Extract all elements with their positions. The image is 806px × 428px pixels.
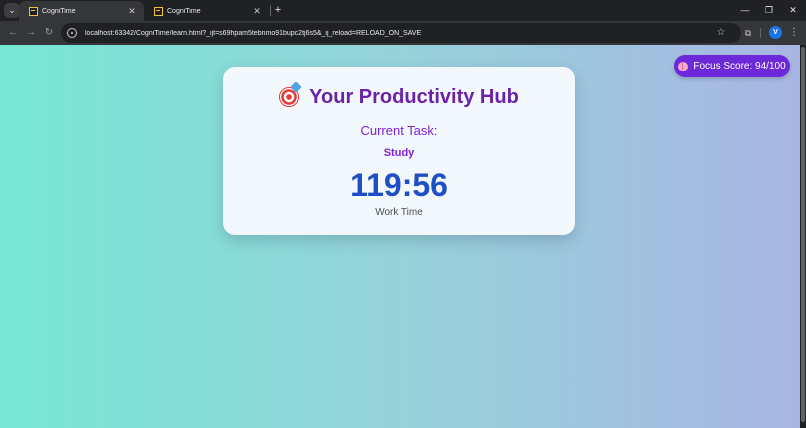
forward-icon[interactable]: → — [23, 25, 39, 41]
minimize-icon[interactable]: — — [732, 2, 758, 18]
browser-toolbar: ← → ↻ localhost:63342/CogniTime/learn.ht… — [0, 21, 806, 45]
tab-search-icon[interactable]: ⌄ — [4, 3, 20, 18]
page-title: Your Productivity Hub — [309, 85, 519, 108]
timer-mode-label: Work Time — [375, 207, 423, 218]
new-tab-icon[interactable]: + — [272, 3, 284, 17]
close-tab-icon[interactable]: ✕ — [126, 6, 138, 17]
tab-title: CogniTime — [42, 7, 76, 15]
app-favicon-icon — [154, 6, 163, 16]
page-viewport: Focus Score: 94/100 Your Productivity Hu… — [0, 45, 800, 428]
task-name: Study — [383, 147, 415, 159]
back-icon[interactable]: ← — [5, 25, 21, 41]
tab-cognitime-inactive[interactable]: CogniTime ✕ — [144, 1, 269, 21]
extensions-icon[interactable]: ⧉ — [741, 26, 755, 40]
restore-icon[interactable]: ❐ — [756, 2, 782, 18]
bookmark-star-icon[interactable]: ☆ — [714, 26, 728, 40]
target-icon — [279, 87, 300, 107]
tab-divider — [270, 5, 271, 16]
tab-title: CogniTime — [167, 7, 201, 15]
timer-display: 119:56 — [350, 167, 448, 203]
tab-strip: ⌄ CogniTime ✕ CogniTime ✕ + — ❐ ✕ — [0, 0, 806, 21]
brain-icon — [678, 61, 689, 71]
card-heading: Your Productivity Hub — [223, 85, 575, 109]
profile-avatar[interactable]: V — [769, 26, 782, 39]
address-bar[interactable]: localhost:63342/CogniTime/learn.html?_ij… — [61, 23, 741, 43]
tab-cognitime-active[interactable]: CogniTime ✕ — [19, 1, 144, 21]
menu-icon[interactable]: ⋮ — [787, 26, 801, 40]
focus-score-label: Focus Score: 94/100 — [693, 60, 786, 72]
reload-icon[interactable]: ↻ — [41, 25, 57, 41]
productivity-card: Your Productivity Hub Current Task: Stud… — [223, 67, 575, 235]
app-favicon-icon — [29, 6, 38, 16]
close-tab-icon[interactable]: ✕ — [251, 6, 263, 17]
close-window-icon[interactable]: ✕ — [780, 2, 806, 18]
toolbar-divider — [760, 28, 761, 38]
scrollbar-thumb[interactable] — [801, 47, 805, 422]
current-task-label: Current Task: — [360, 123, 438, 138]
url-text[interactable]: localhost:63342/CogniTime/learn.html?_ij… — [85, 30, 741, 37]
focus-score-badge: Focus Score: 94/100 — [674, 55, 790, 77]
site-info-icon[interactable] — [67, 28, 77, 38]
